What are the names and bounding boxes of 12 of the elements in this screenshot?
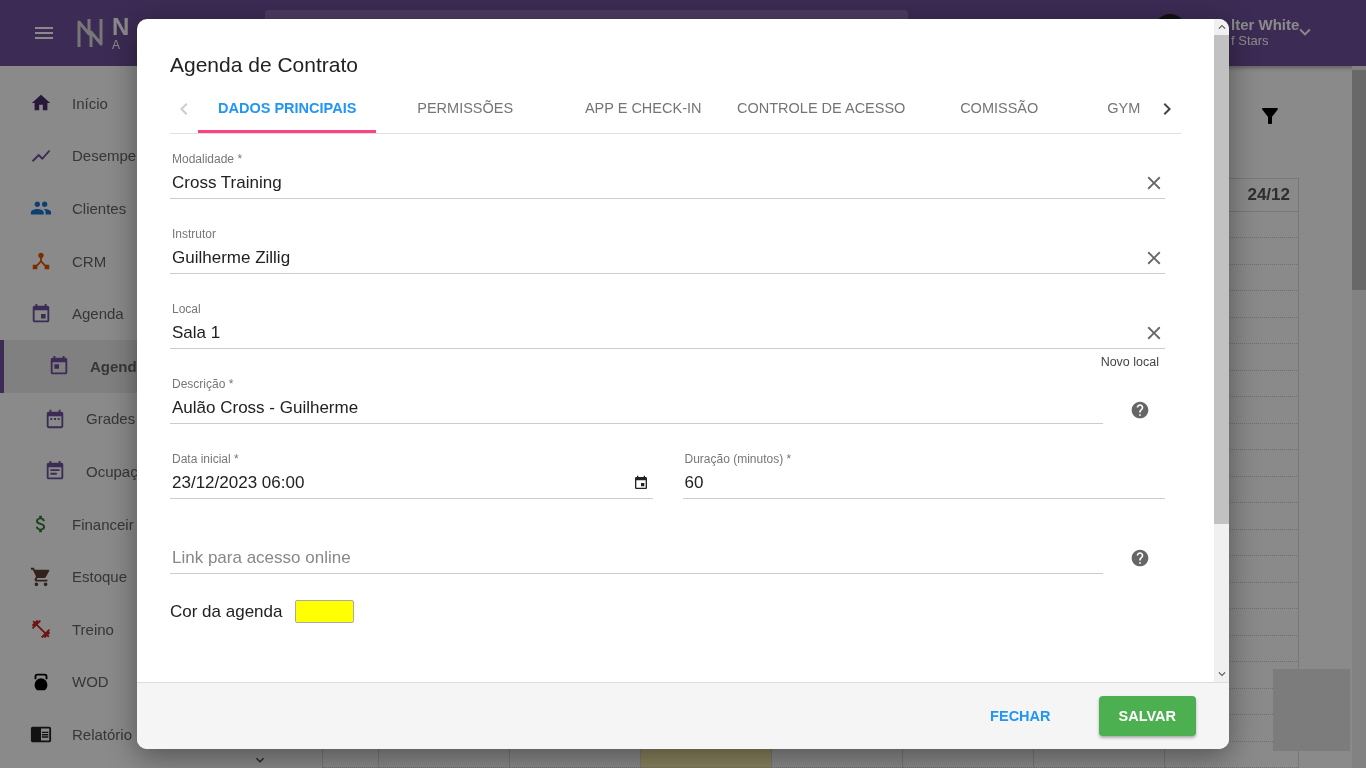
field-label: Instrutor <box>171 226 217 242</box>
field-label: Duração (minutos) * <box>683 451 793 467</box>
field-label: Local <box>171 301 202 317</box>
field-label: Modalidade * <box>171 151 244 167</box>
logo-title: N <box>112 15 130 39</box>
logo-subtitle: A <box>112 39 124 51</box>
dialog-title: Agenda de Contrato <box>170 52 359 78</box>
color-label: Cor da agenda <box>170 601 283 622</box>
field-label: Descrição * <box>171 376 235 392</box>
user-subtitle: f Stars <box>1231 33 1270 48</box>
user-name: lter White <box>1231 16 1300 33</box>
field-label: Data inicial * <box>171 451 240 467</box>
